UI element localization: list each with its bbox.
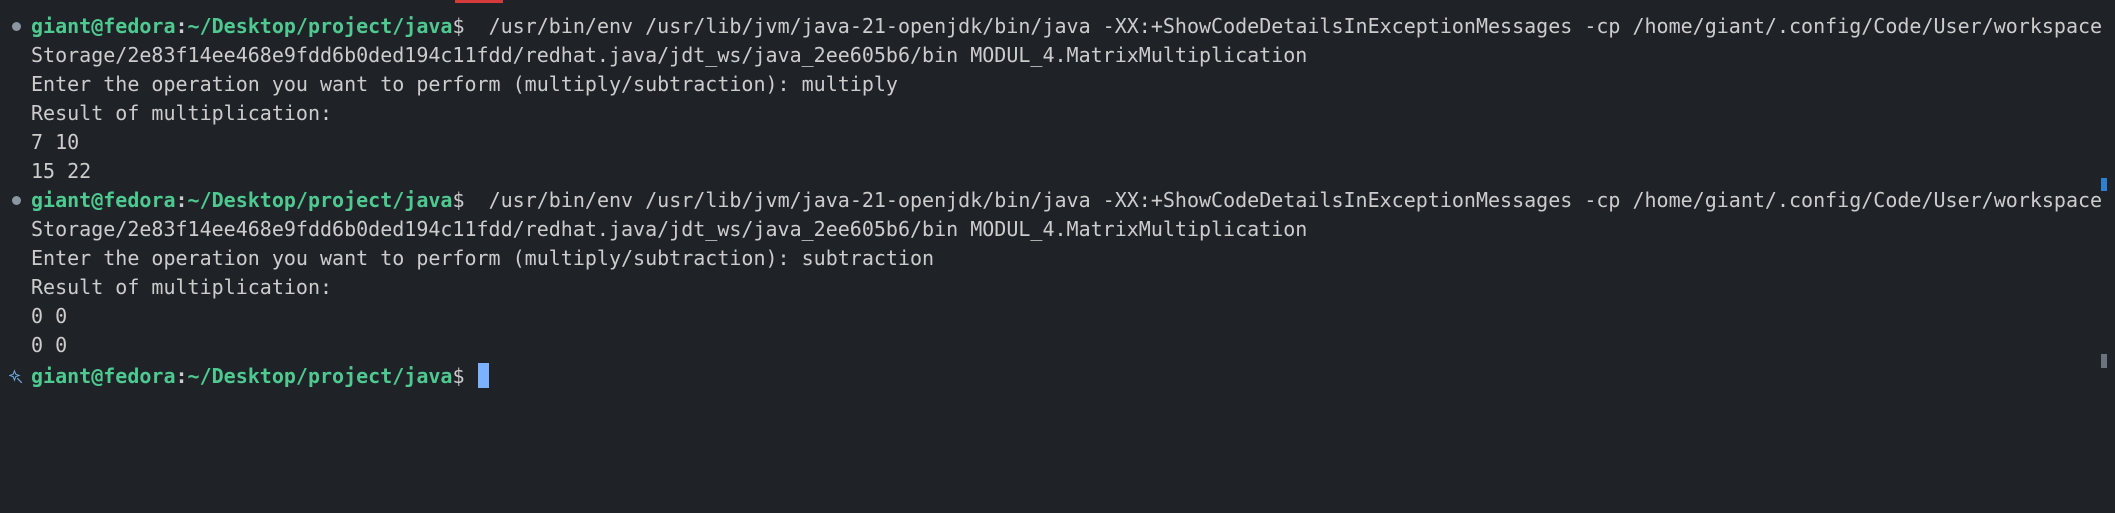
prompt-path: ~/Desktop/project/java <box>187 14 453 38</box>
operation-prompt-line: Enter the operation you want to perform … <box>31 72 898 96</box>
active-tab-indicator <box>455 0 503 3</box>
command-continuation: Storage/2e83f14ee468e9fdd6b0ded194c11fdd… <box>31 43 1308 67</box>
prompt-path: ~/Desktop/project/java <box>187 188 453 212</box>
circle-dot-icon <box>11 196 21 205</box>
prompt-path: ~/Desktop/project/java <box>187 364 453 388</box>
prompt-line-2: giant@fedora:~/Desktop/project/java$ /us… <box>31 186 2102 215</box>
result-row: 15 22 <box>31 159 92 183</box>
operation-prompt-line: Enter the operation you want to perform … <box>31 246 935 270</box>
prompt-symbol: $ <box>452 364 465 388</box>
prompt-separator: : <box>175 188 188 212</box>
scrollbar-thumb[interactable] <box>2101 354 2107 368</box>
command-decoration-2[interactable] <box>9 186 23 215</box>
command-text: /usr/bin/env /usr/lib/jvm/java-21-openjd… <box>464 188 2103 212</box>
prompt-line-1: giant@fedora:~/Desktop/project/java$ /us… <box>31 12 2102 41</box>
result-label: Result of multiplication: <box>31 101 333 125</box>
prompt-symbol: $ <box>452 188 465 212</box>
circle-dot-icon <box>11 22 21 31</box>
command-decoration-1[interactable] <box>9 12 23 41</box>
result-label: Result of multiplication: <box>31 275 333 299</box>
result-row: 7 10 <box>31 130 80 154</box>
command-text: /usr/bin/env /usr/lib/jvm/java-21-openjd… <box>464 14 2103 38</box>
text-cursor[interactable] <box>477 363 489 388</box>
sparkle-icon-graphic <box>9 368 23 383</box>
result-row: 0 0 <box>31 304 68 328</box>
prompt-user-host: giant@fedora <box>31 364 176 388</box>
scrollbar-marker[interactable] <box>2101 178 2107 191</box>
command-continuation: Storage/2e83f14ee468e9fdd6b0ded194c11fdd… <box>31 217 1308 241</box>
prompt-separator: : <box>175 364 188 388</box>
prompt-separator: : <box>175 14 188 38</box>
result-row: 0 0 <box>31 333 68 357</box>
prompt-user-host: giant@fedora <box>31 14 176 38</box>
active-prompt-line[interactable]: giant@fedora:~/Desktop/project/java$ <box>31 362 489 391</box>
prompt-symbol: $ <box>452 14 465 38</box>
sparkle-icon[interactable] <box>9 362 23 391</box>
prompt-user-host: giant@fedora <box>31 188 176 212</box>
terminal-panel[interactable]: giant@fedora:~/Desktop/project/java$ /us… <box>0 0 2115 513</box>
